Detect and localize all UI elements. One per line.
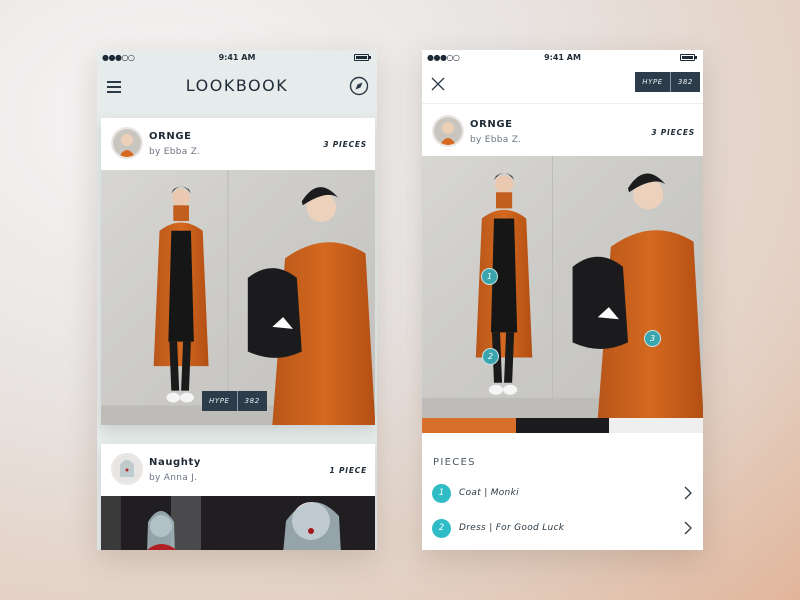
piece-pin[interactable]: 1 [481, 268, 498, 285]
battery-icon [680, 54, 697, 61]
hype-label: HYPE [202, 391, 238, 411]
color-palette-strip [422, 418, 703, 433]
app-header: LOOKBOOK [97, 66, 377, 110]
hype-label: HYPE [635, 72, 671, 92]
avatar[interactable] [432, 115, 464, 147]
detail-header: HYPE 382 [422, 66, 703, 104]
look-detail-screen: ●●●○○ 9:41 AM HYPE 382 ORNGE by Ebba Z. … [422, 50, 703, 550]
look-pieces-count: 3 PIECES [323, 140, 367, 149]
page-title: LOOKBOOK [185, 76, 289, 95]
hype-count: 382 [677, 78, 693, 86]
color-swatch [609, 418, 703, 433]
color-swatch [422, 418, 516, 433]
look-photo[interactable] [422, 156, 703, 418]
piece-pin[interactable]: 2 [482, 348, 499, 365]
piece-number: 1 [432, 484, 451, 503]
look-author[interactable]: by Ebba Z. [470, 135, 521, 145]
look-photo[interactable] [101, 170, 375, 425]
close-icon[interactable] [431, 77, 445, 91]
look-header: ORNGE by Ebba Z. 3 PIECES [422, 106, 703, 158]
look-author[interactable]: by Anna J. [149, 473, 197, 483]
compass-icon[interactable] [349, 76, 369, 96]
chevron-right-icon [684, 521, 692, 535]
piece-name: Coat | Monki [459, 488, 519, 498]
hype-button[interactable]: HYPE 382 [635, 72, 700, 92]
look-title[interactable]: Naughty [149, 457, 201, 468]
battery-icon [354, 54, 371, 61]
status-bar: ●●●○○ 9:41 AM [422, 50, 703, 66]
look-photo[interactable] [101, 496, 375, 550]
chevron-right-icon [684, 486, 692, 500]
pieces-heading: PIECES [433, 457, 476, 468]
color-swatch [516, 418, 609, 433]
status-time: 9:41 AM [544, 53, 581, 62]
avatar[interactable] [111, 453, 143, 485]
piece-row[interactable]: 1 Coat | Monki [422, 479, 703, 509]
piece-pin[interactable]: 3 [644, 330, 661, 347]
look-card[interactable]: ORNGE by Ebba Z. 3 PIECES HYPE 382 [101, 118, 375, 425]
look-card-header: ORNGE by Ebba Z. 3 PIECES [101, 118, 375, 170]
avatar[interactable] [111, 127, 143, 159]
status-bar: ●●●○○ 9:41 AM [97, 50, 377, 66]
piece-number: 2 [432, 519, 451, 538]
hype-button[interactable]: HYPE 382 [202, 391, 267, 411]
look-pieces-count: 3 PIECES [651, 128, 695, 137]
piece-row[interactable]: 2 Dress | For Good Luck [422, 514, 703, 544]
lookbook-screen: ●●●○○ 9:41 AM LOOKBOOK ORNGE by Ebba Z. … [97, 50, 377, 550]
look-pieces-count: 1 PIECE [329, 466, 367, 475]
look-card-header: Naughty by Anna J. 1 PIECE [101, 444, 375, 496]
hype-count: 382 [244, 397, 260, 405]
look-title[interactable]: ORNGE [470, 119, 513, 130]
look-card[interactable]: Naughty by Anna J. 1 PIECE [101, 444, 375, 550]
look-author[interactable]: by Ebba Z. [149, 147, 200, 157]
status-time: 9:41 AM [218, 53, 256, 62]
piece-name: Dress | For Good Luck [459, 523, 565, 533]
look-title[interactable]: ORNGE [149, 131, 192, 142]
